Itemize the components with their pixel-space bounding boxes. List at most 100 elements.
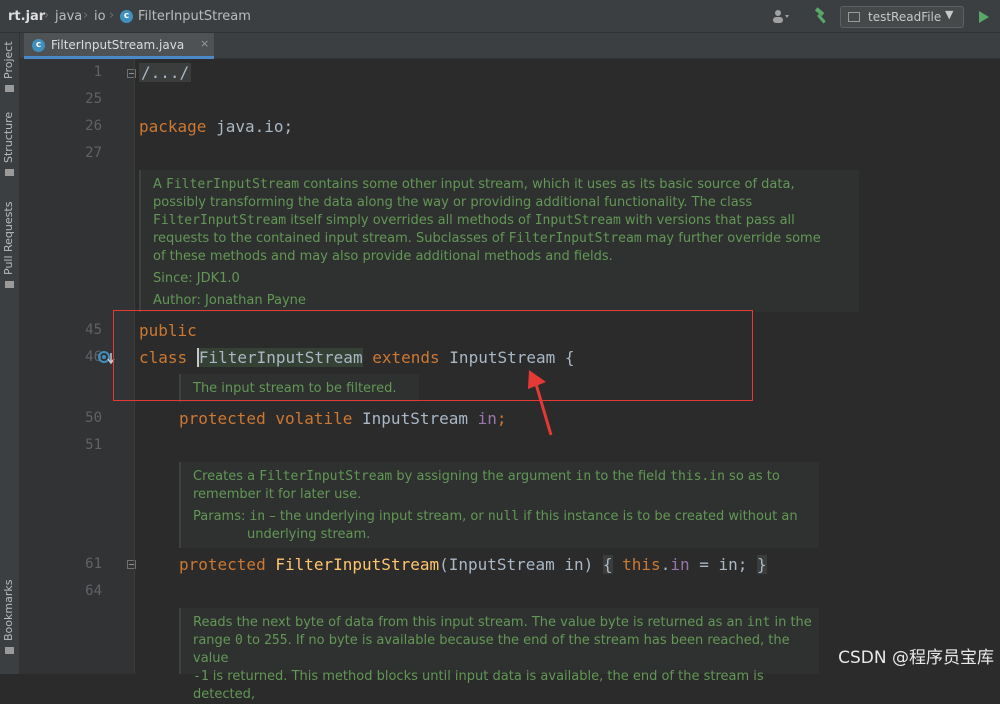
javadoc-constructor: Creates a FilterInputStream by assigning… xyxy=(179,462,819,548)
doc-code: FilterInputStream xyxy=(166,177,300,192)
doc-text: A xyxy=(153,177,167,192)
doc-text: Reads the next byte of data from this in… xyxy=(193,615,747,630)
folded-region[interactable]: /.../ xyxy=(139,63,192,82)
doc-code: -1 xyxy=(193,669,209,684)
class-icon: c xyxy=(120,10,133,23)
folder-icon xyxy=(5,85,14,92)
constructor-params: (InputStream in) xyxy=(439,555,594,574)
line-number: 26 xyxy=(85,118,102,134)
dot: . xyxy=(660,555,671,574)
doc-text: in the xyxy=(770,615,812,630)
doc-code: int xyxy=(746,615,771,630)
doc-text: contains some other input stream, which … xyxy=(299,177,795,192)
doc-text: itself simply overrides all methods of xyxy=(286,213,535,228)
breadcrumb-io[interactable]: io xyxy=(94,9,106,24)
doc-text: to the field xyxy=(591,469,671,484)
chevron-down-icon: ▼ xyxy=(945,8,954,21)
pull-requests-tool-button[interactable]: Pull Requests xyxy=(2,202,15,275)
breadcrumb-rt-jar[interactable]: rt.jar xyxy=(8,9,45,24)
navigation-bar: rt.jar › java › io › c FilterInputStream… xyxy=(0,0,1000,33)
line-number: 46 xyxy=(85,349,102,365)
line-number: 45 xyxy=(85,322,102,338)
doc-text: underlying stream. xyxy=(247,527,371,542)
keyword-package: package xyxy=(139,117,207,136)
run-config-label: testReadFile xyxy=(868,10,942,24)
doc-code: null xyxy=(487,509,520,524)
doc-since: Since: JDK1.0 xyxy=(153,271,240,286)
line-number: 25 xyxy=(85,91,102,107)
constructor-name: FilterInputStream xyxy=(275,555,440,574)
doc-text: if this instance is to be created withou… xyxy=(519,509,798,524)
javadoc-class: A FilterInputStream contains some other … xyxy=(139,170,859,312)
tab-label: FilterInputStream.java xyxy=(51,38,185,52)
doc-code: this.in xyxy=(670,469,725,484)
assignment: = in; xyxy=(689,555,748,574)
doc-text: of these methods and may also provide ad… xyxy=(153,249,613,264)
breadcrumb-java[interactable]: java xyxy=(55,9,82,24)
field-ref: in xyxy=(670,555,690,574)
doc-code: 0 xyxy=(234,633,243,648)
doc-text: to xyxy=(242,633,265,648)
code-line-constructor[interactable]: protected FilterInputStream(InputStream … xyxy=(179,555,767,575)
breadcrumb-separator: › xyxy=(83,8,89,23)
line-number: 61 xyxy=(85,556,102,572)
folded-body-open[interactable]: { xyxy=(602,555,613,574)
doc-params-label: Params: xyxy=(193,509,250,524)
keyword-this: this xyxy=(622,555,661,574)
line-number: 51 xyxy=(85,437,102,453)
bookmarks-tool-button[interactable]: Bookmarks xyxy=(2,580,15,641)
keyword-protected: protected xyxy=(179,555,266,574)
doc-text: with versions that pass all xyxy=(620,213,795,228)
field-name: in xyxy=(477,409,497,428)
code-line-package[interactable]: package java.io; xyxy=(139,117,293,137)
doc-code: FilterInputStream xyxy=(508,231,642,246)
doc-code: InputStream xyxy=(534,213,621,228)
annotation-arrow xyxy=(528,370,553,436)
doc-code: in xyxy=(575,469,592,484)
breadcrumb-separator: › xyxy=(109,8,115,23)
package-name: java.io; xyxy=(206,117,294,136)
build-hammer-icon[interactable] xyxy=(812,7,830,25)
structure-icon xyxy=(5,169,14,176)
line-number: 50 xyxy=(85,410,102,426)
watermark: CSDN @程序员宝库 xyxy=(838,648,994,668)
line-number: 1 xyxy=(93,64,102,80)
run-config-icon xyxy=(848,12,860,22)
highlight-box xyxy=(113,310,753,401)
doc-text: Creates a xyxy=(193,469,260,484)
doc-text: may further override some xyxy=(641,231,821,246)
field-modifiers: protected volatile xyxy=(179,409,353,428)
doc-code: 255 xyxy=(264,633,288,648)
field-type: InputStream xyxy=(362,409,468,428)
editor-tab-bar: c FilterInputStream.java × xyxy=(20,33,1000,59)
code-line-field[interactable]: protected volatile InputStream in; xyxy=(179,409,507,429)
pull-request-icon xyxy=(5,281,14,288)
breadcrumb-filterinputstream[interactable]: FilterInputStream xyxy=(138,9,251,24)
breadcrumb-separator: › xyxy=(44,8,50,23)
javadoc-read-method: Reads the next byte of data from this in… xyxy=(179,608,819,702)
doc-param-name: in xyxy=(249,509,266,524)
code-line-folded-header[interactable]: /.../ xyxy=(139,63,192,83)
doc-text: possibly transforming the data along the… xyxy=(153,195,753,210)
line-number: 64 xyxy=(85,583,102,599)
doc-text: requests to the contained input stream. … xyxy=(153,231,509,246)
doc-code: FilterInputStream xyxy=(259,469,393,484)
doc-text: range xyxy=(193,633,235,648)
doc-author: Author: Jonathan Payne xyxy=(153,293,306,308)
structure-tool-button[interactable]: Structure xyxy=(2,112,15,163)
line-number: 27 xyxy=(85,145,102,161)
doc-text: by assigning the argument xyxy=(392,469,576,484)
tab-filterinputstream-java[interactable]: c FilterInputStream.java × xyxy=(24,33,214,59)
doc-text: – the underlying input stream, or xyxy=(265,509,488,524)
folded-body-close[interactable]: } xyxy=(757,555,767,574)
project-tool-button[interactable]: Project xyxy=(2,41,15,79)
class-icon: c xyxy=(32,39,45,52)
close-icon[interactable]: × xyxy=(200,37,209,50)
doc-text: so as to xyxy=(724,469,780,484)
doc-code: FilterInputStream xyxy=(153,213,287,228)
user-icon[interactable] xyxy=(772,8,790,24)
run-icon[interactable] xyxy=(978,9,990,28)
semicolon: ; xyxy=(496,409,507,428)
doc-text: remember it for later use. xyxy=(193,487,362,502)
run-configuration-selector[interactable]: testReadFile ▼ xyxy=(840,6,964,28)
